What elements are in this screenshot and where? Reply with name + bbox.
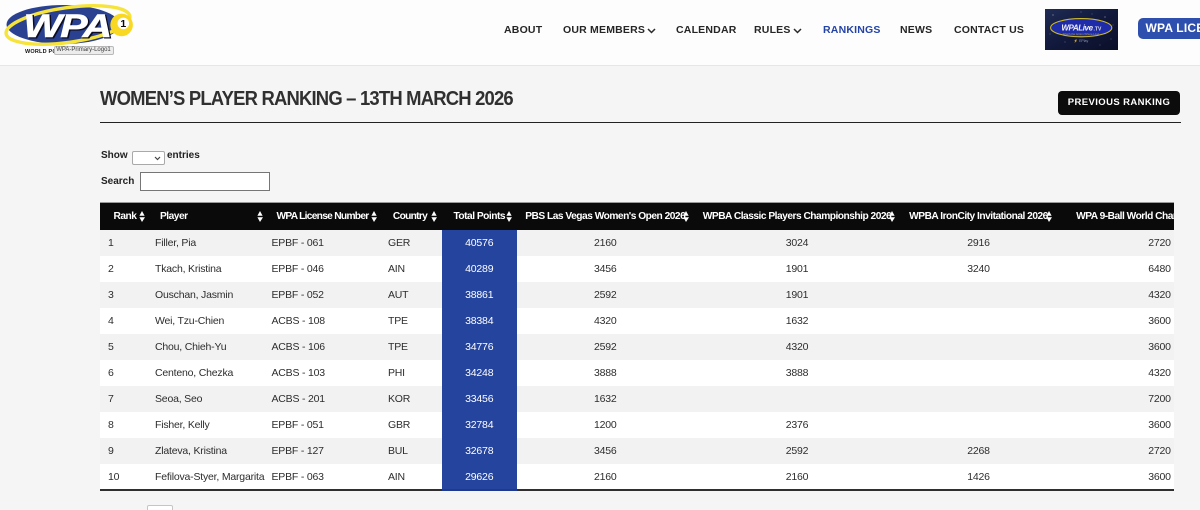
svg-text:⚡ EPlay: ⚡ EPlay xyxy=(1074,38,1089,43)
svg-text:WPA: WPA xyxy=(24,8,111,44)
svg-text:Watch the Action Where Live!: Watch the Action Where Live! xyxy=(1063,32,1100,36)
svg-text:1: 1 xyxy=(120,18,126,30)
